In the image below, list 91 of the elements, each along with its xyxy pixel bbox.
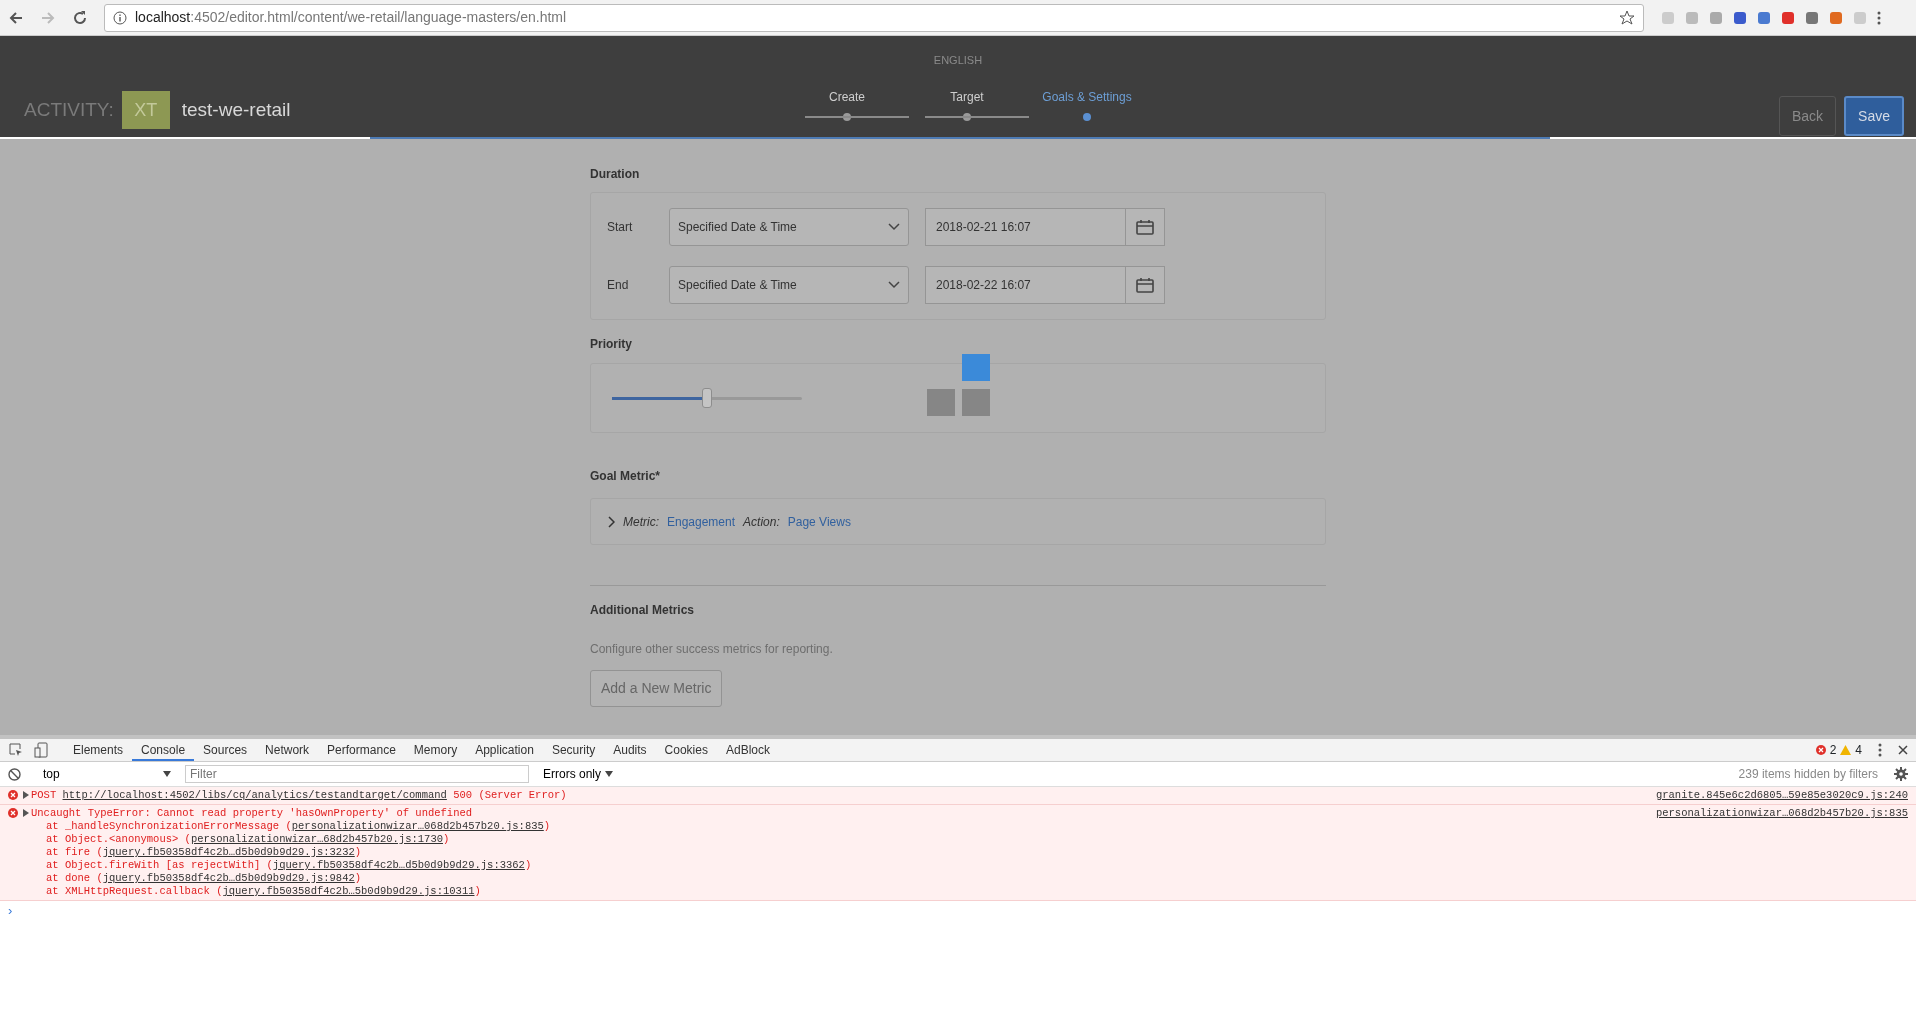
devtools-tab[interactable]: Elements [64, 739, 133, 761]
extension-icon[interactable] [1804, 9, 1820, 26]
section-title: Duration [590, 166, 641, 183]
description-text: Configure other success metrics for reporting. [590, 641, 834, 658]
console-message: Uncaught TypeError: Cannot read property 'hasOwnProperty' of undefined [31, 807, 473, 820]
date-field[interactable]: 2018-02-22 16:07 [925, 266, 1165, 304]
devtools-tab[interactable]: Memory [404, 739, 467, 761]
section-title: Additional Metrics [590, 602, 695, 619]
caret-icon [163, 771, 171, 777]
priority-slider[interactable] [612, 387, 802, 409]
error-icon [1815, 745, 1826, 755]
star-icon[interactable] [1619, 9, 1635, 26]
address-bar[interactable]: localhost:4502/editor.html/content/we-retail/language-masters/en.html [104, 3, 1644, 32]
extension-icon[interactable] [1732, 9, 1748, 26]
devtools-tab[interactable]: Network [256, 739, 319, 761]
chevron-down-icon [888, 281, 900, 289]
clear-console-icon[interactable] [8, 767, 21, 781]
source-link[interactable]: jquery.fb50358df4c2b…5b0d9b9d29.js:10311 [222, 885, 475, 897]
context-select[interactable]: top [37, 764, 177, 784]
source-link[interactable]: jquery.fb50358df4c2b…d5b0d9b9d29.js:3232 [102, 846, 355, 858]
info-icon [113, 10, 127, 25]
settings-icon[interactable] [1894, 767, 1908, 781]
console-message: POST http://localhost:4502/libs/cq/analytics/testandtarget/command 500 (Server Error) [31, 789, 567, 802]
metric-label: Metric: [623, 513, 659, 531]
close-icon[interactable] [1898, 745, 1908, 755]
step-label[interactable]: Target [950, 88, 984, 106]
url-text: localhost:4502/editor.html/content/we-retail/language-masters/en.html [135, 8, 568, 27]
source-link[interactable]: granite.845e6c2d6805…59e85e3020c9.js:240 [1655, 789, 1908, 802]
console-prompt[interactable]: › [8, 903, 13, 918]
error-icon [8, 808, 18, 818]
action-label: Action: [743, 513, 780, 531]
expand-triangle-icon[interactable] [22, 791, 29, 799]
levels-dropdown[interactable]: Errors only [537, 764, 619, 784]
extension-icon[interactable] [1828, 9, 1844, 26]
inspect-icon[interactable] [8, 742, 24, 758]
stack-trace-line: at XMLHttpRequest.callback (jquery.fb50358df4c2b…5b0d9b9d29.js:10311) [45, 885, 482, 898]
section-title: Goal Metric* [590, 468, 662, 485]
extension-icon[interactable] [1756, 9, 1772, 26]
activity-name: test-we-retail [181, 97, 291, 122]
calendar-icon[interactable] [1136, 277, 1155, 293]
source-link[interactable]: personalizationwizar…068d2b457b20.js:835 [1655, 807, 1908, 820]
source-link[interactable]: jquery.fb50358df4c2b…d5b0d9b9d29.js:9842 [102, 872, 355, 884]
source-link[interactable]: personalizationwizar…068d2b457b20.js:835 [291, 820, 544, 832]
language-label: ENGLISH [933, 53, 983, 68]
step-label[interactable]: Create [829, 88, 865, 106]
source-link[interactable]: personalizationwizar…68d2b457b20.js:1730 [190, 833, 443, 845]
stack-trace-line: at Object.<anonymous> (personalizationwizar…68d2b457b20.js:1730) [45, 833, 451, 846]
filter-field[interactable]: Filter [185, 765, 529, 783]
reload-icon[interactable] [72, 9, 88, 26]
devtools-tab[interactable]: Sources [194, 739, 257, 761]
step-dot [1083, 113, 1091, 121]
activity-badge: XT [121, 91, 170, 129]
device-icon[interactable] [34, 742, 50, 758]
activity-label: ACTIVITY: [24, 97, 114, 122]
devtools-tab[interactable]: Security [542, 739, 605, 761]
step-label[interactable]: Goals & Settings [1042, 88, 1132, 106]
devtools-tab[interactable]: Console [132, 739, 195, 761]
section-title: Priority [590, 336, 633, 353]
stack-trace-line: at Object.fireWith [as rejectWith] (jquery.fb50358df4c2b…d5b0d9b9d29.js:3362) [45, 859, 533, 872]
warning-icon [1840, 745, 1852, 755]
source-link[interactable]: jquery.fb50358df4c2b…d5b0d9b9d29.js:3362 [272, 859, 525, 871]
caret-icon [605, 771, 613, 777]
calendar-icon[interactable] [1136, 219, 1155, 235]
date-field[interactable]: 2018-02-21 16:07 [925, 208, 1165, 246]
devtools-tab[interactable]: Cookies [655, 739, 717, 761]
chevron-right-icon[interactable] [607, 515, 615, 528]
devtools-tab[interactable]: Performance [318, 739, 405, 761]
chevron-down-icon [888, 223, 900, 231]
stack-trace-line: at done (jquery.fb50358df4c2b…d5b0d9b9d29.js:9842) [45, 872, 363, 885]
stack-trace-line: at fire (jquery.fb50358df4c2b…d5b0d9b9d29.js:3232) [45, 846, 363, 859]
slider-thumb[interactable] [702, 387, 712, 408]
warning-count: 4 [1855, 742, 1862, 759]
error-icon [8, 790, 18, 800]
devtools-tab[interactable]: AdBlock [716, 739, 779, 761]
back-icon[interactable] [8, 9, 24, 26]
field-label: End [607, 277, 630, 294]
hidden-count-text: 239 items hidden by filters [1738, 766, 1878, 783]
expand-triangle-icon[interactable] [22, 809, 29, 817]
menu-icon[interactable] [1876, 9, 1882, 26]
more-icon[interactable] [1878, 743, 1882, 757]
grid-squares-drawing [927, 353, 991, 417]
header-button[interactable]: Save [1844, 96, 1904, 136]
error-count: 2 [1829, 742, 1837, 759]
devtools-tab[interactable]: Application [466, 739, 543, 761]
url-link[interactable]: http://localhost:4502/libs/cq/analytics/testandtarget/command [62, 789, 447, 801]
dropdown[interactable]: Specified Date & Time [669, 208, 909, 246]
field-label: Start [607, 219, 634, 236]
stack-trace-line: at _handleSynchronizationErrorMessage (personalizationwizar…068d2b457b20.js:835) [45, 820, 552, 833]
extension-icon[interactable] [1780, 9, 1796, 26]
devtools-tab[interactable]: Audits [604, 739, 656, 761]
dropdown[interactable]: Specified Date & Time [669, 266, 909, 304]
